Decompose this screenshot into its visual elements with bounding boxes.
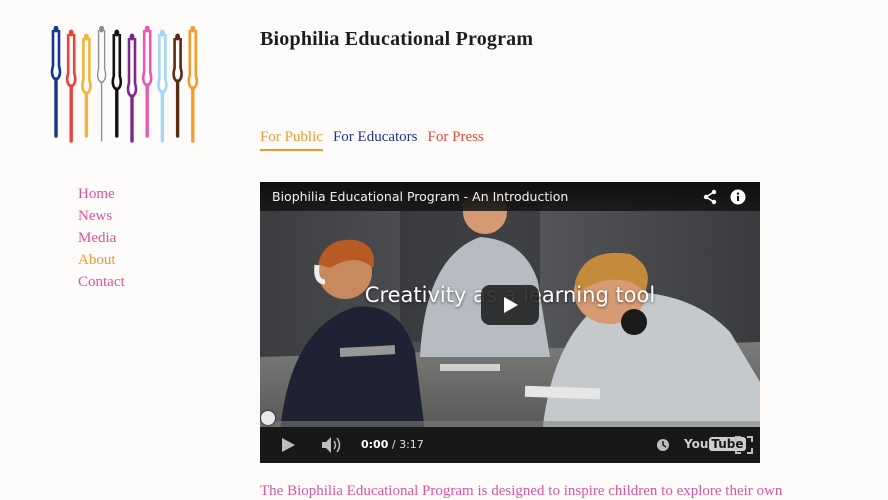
- video-player[interactable]: Creativity as a learning tool Biophilia …: [260, 182, 760, 463]
- logo-fork: [126, 33, 138, 143]
- logo-fork: [111, 29, 123, 138]
- duration: 3:17: [399, 438, 424, 451]
- tab-for-press[interactable]: For Press: [428, 129, 484, 151]
- play-icon: [282, 438, 295, 452]
- logo-fork: [96, 25, 107, 142]
- sidebar-link-about[interactable]: About: [78, 252, 116, 268]
- video-controls: 0:00 / 3:17 You Tube: [260, 411, 760, 463]
- video-title[interactable]: Biophilia Educational Program - An Intro…: [272, 189, 692, 204]
- info-icon[interactable]: [728, 187, 748, 207]
- site-title: Biophilia Educational Program: [260, 28, 534, 50]
- logo-fork: [50, 25, 62, 138]
- volume-button[interactable]: [321, 435, 343, 455]
- sidebar-item-home[interactable]: Home: [78, 183, 125, 205]
- play-icon: [504, 297, 518, 313]
- sidebar-link-media[interactable]: Media: [78, 230, 116, 246]
- volume-icon: [322, 437, 341, 453]
- logo-fork: [187, 25, 199, 143]
- intro-paragraph: The Biophilia Educational Program is des…: [260, 483, 783, 499]
- sidebar-link-news[interactable]: News: [78, 208, 112, 224]
- progress-bar[interactable]: [260, 411, 760, 427]
- sidebar-item-about[interactable]: About: [78, 249, 125, 271]
- audience-tabs: For Public For Educators For Press: [260, 129, 484, 151]
- sidebar-item-media[interactable]: Media: [78, 227, 125, 249]
- logo-fork: [65, 29, 77, 143]
- sidebar-link-contact[interactable]: Contact: [78, 274, 125, 290]
- sidebar-item-news[interactable]: News: [78, 205, 125, 227]
- sidebar-item-contact[interactable]: Contact: [78, 271, 125, 293]
- time-display: 0:00 / 3:17: [361, 438, 424, 451]
- current-time: 0:00: [361, 438, 389, 451]
- logo-fork: [81, 33, 92, 138]
- logo-fork: [157, 29, 168, 143]
- biophilia-logo[interactable]: [48, 25, 204, 148]
- fullscreen-button[interactable]: [735, 435, 753, 455]
- play-control[interactable]: [280, 435, 296, 455]
- youtube-logo-you: You: [684, 437, 709, 451]
- watch-later-icon: [657, 439, 669, 451]
- scrubber-handle[interactable]: [261, 411, 275, 425]
- sidebar-link-home[interactable]: Home: [78, 186, 115, 202]
- time-separator: /: [391, 438, 396, 451]
- tab-for-educators[interactable]: For Educators: [333, 129, 418, 151]
- logo-fork: [141, 25, 153, 138]
- play-button[interactable]: [481, 285, 539, 325]
- share-icon[interactable]: [700, 187, 720, 207]
- watch-later-button[interactable]: [656, 435, 670, 455]
- sidebar-nav: Home News Media About Contact: [78, 183, 125, 293]
- logo-fork: [172, 33, 183, 138]
- fullscreen-icon: [735, 436, 753, 454]
- tab-for-public[interactable]: For Public: [260, 129, 323, 151]
- video-title-bar: Biophilia Educational Program - An Intro…: [260, 182, 760, 211]
